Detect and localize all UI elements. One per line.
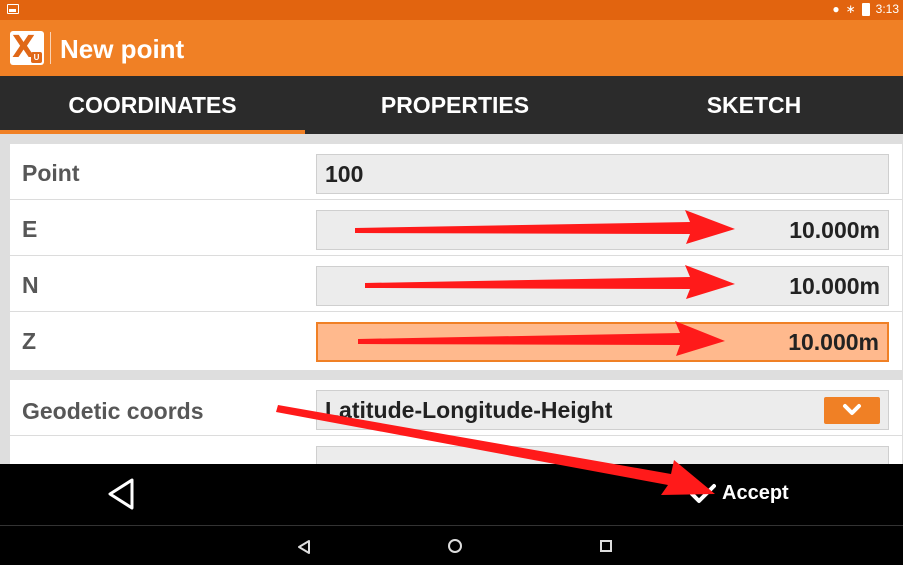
geodetic-select-value: Latitude-Longitude-Height	[325, 397, 613, 423]
e-input[interactable]: 10.000m	[316, 210, 889, 250]
status-icons: ● ∗ 3:13	[832, 2, 899, 16]
z-input[interactable]: 10.000m	[316, 322, 889, 362]
accept-button[interactable]: Accept	[690, 482, 789, 505]
back-triangle-icon[interactable]	[106, 477, 136, 511]
app-logo-icon[interactable]: X U	[10, 30, 44, 65]
coordinate-panel: Point 100 E 10.000m N 10.000m Z 10.000m	[10, 144, 902, 370]
e-label: E	[22, 216, 38, 242]
latitude-row	[10, 436, 902, 464]
geodetic-label: Geodetic coords	[22, 398, 204, 424]
app-bar: X U New point	[0, 20, 903, 76]
page-title: New point	[60, 34, 185, 64]
dropdown-button[interactable]	[824, 397, 880, 424]
status-bar: ● ∗ 3:13	[0, 0, 903, 20]
nav-recents-icon[interactable]	[600, 540, 612, 552]
latitude-input[interactable]	[316, 446, 889, 464]
battery-icon	[861, 2, 870, 16]
geodetic-select[interactable]: Latitude-Longitude-Height	[316, 390, 889, 430]
point-row: Point 100	[10, 144, 902, 200]
chevron-down-icon	[843, 404, 861, 415]
nav-back-icon[interactable]	[297, 539, 311, 555]
geodetic-panel: Geodetic coords Latitude-Longitude-Heigh…	[10, 380, 902, 464]
tab-properties[interactable]: PROPERTIES	[305, 76, 605, 134]
location-pin-icon: ●	[832, 2, 840, 16]
accept-label: Accept	[722, 482, 789, 504]
n-row: N 10.000m	[10, 256, 902, 312]
z-row: Z 10.000m	[10, 312, 902, 368]
status-time: 3:13	[875, 2, 899, 16]
image-icon	[7, 4, 19, 14]
e-row: E 10.000m	[10, 200, 902, 256]
point-input[interactable]: 100	[316, 154, 889, 194]
n-label: N	[22, 272, 39, 298]
tab-coordinates[interactable]: COORDINATES	[0, 76, 305, 134]
bottom-action-bar: Accept	[0, 464, 903, 526]
geodetic-row: Geodetic coords Latitude-Longitude-Heigh…	[10, 380, 902, 436]
nav-home-icon[interactable]	[448, 539, 462, 553]
system-navigation-bar	[0, 527, 903, 565]
app-bar-divider	[50, 32, 51, 64]
check-icon	[690, 483, 716, 503]
z-label: Z	[22, 328, 37, 354]
tab-sketch[interactable]: SKETCH	[605, 76, 903, 134]
tab-bar: COORDINATES PROPERTIES SKETCH	[0, 76, 903, 134]
point-label: Point	[22, 160, 80, 186]
n-input[interactable]: 10.000m	[316, 266, 889, 306]
coordinates-form: Point 100 E 10.000m N 10.000m Z 10.000m …	[0, 134, 903, 464]
bluetooth-icon: ∗	[845, 2, 856, 16]
